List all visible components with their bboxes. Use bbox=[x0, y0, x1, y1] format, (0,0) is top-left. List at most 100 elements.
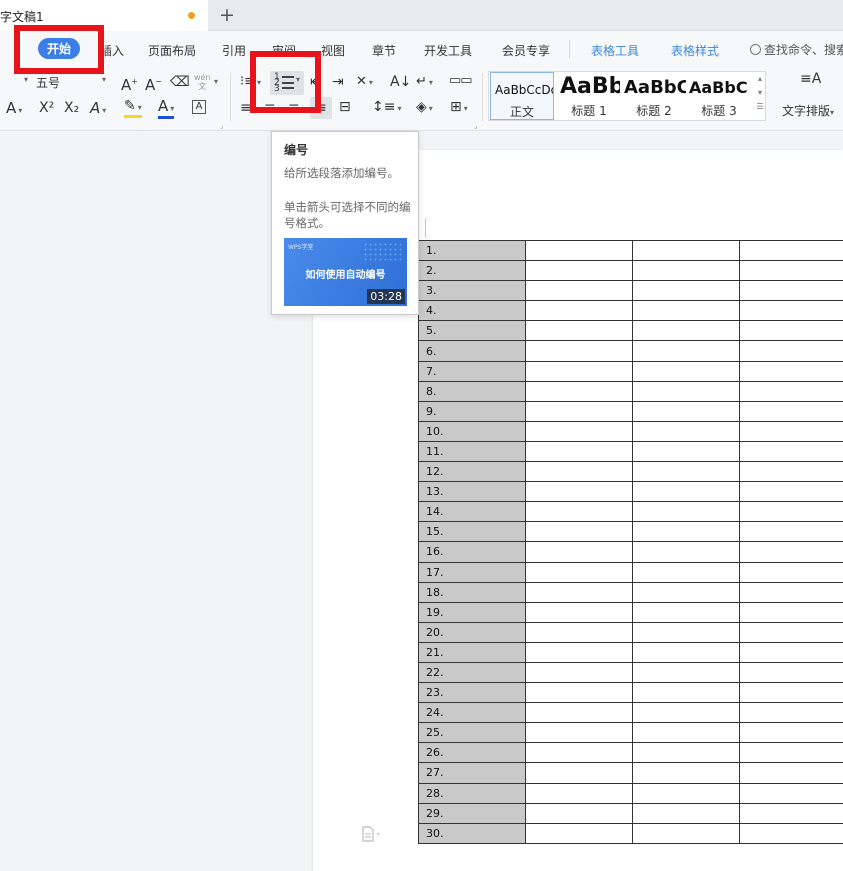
text-effect-icon[interactable]: A bbox=[6, 100, 22, 119]
table-cell[interactable] bbox=[631, 722, 740, 744]
table-cell[interactable] bbox=[631, 340, 740, 362]
row-number-cell[interactable]: 25. bbox=[418, 722, 526, 744]
line-spacing-icon[interactable]: ↕≡ bbox=[372, 99, 401, 117]
table-cell[interactable] bbox=[738, 501, 843, 523]
table-cell[interactable] bbox=[524, 360, 633, 382]
font-color-icon[interactable]: A bbox=[158, 99, 175, 119]
table-cell[interactable] bbox=[631, 440, 740, 463]
table-cell[interactable] bbox=[524, 742, 633, 764]
table-cell[interactable] bbox=[738, 641, 843, 663]
table-cell[interactable] bbox=[738, 561, 843, 583]
table-cell[interactable] bbox=[738, 782, 843, 804]
table-cell[interactable] bbox=[631, 521, 740, 543]
table-cell[interactable] bbox=[631, 601, 740, 623]
row-number-cell[interactable]: 2. bbox=[418, 260, 526, 282]
table-cell[interactable] bbox=[524, 501, 633, 523]
table-cell[interactable] bbox=[631, 641, 740, 663]
table-cell[interactable] bbox=[631, 320, 740, 342]
table-cell[interactable] bbox=[738, 239, 843, 262]
table-cell[interactable] bbox=[524, 822, 633, 844]
table-cell[interactable] bbox=[524, 260, 633, 282]
increase-indent-icon[interactable]: ⇥ bbox=[332, 74, 344, 90]
table-cell[interactable] bbox=[631, 742, 740, 764]
subscript-icon[interactable]: X₂ bbox=[64, 100, 79, 116]
text-outline-icon[interactable]: A bbox=[90, 100, 106, 119]
highlight-color-icon[interactable]: ✎ bbox=[124, 99, 142, 118]
table-cell[interactable] bbox=[738, 400, 843, 422]
table-cell[interactable] bbox=[524, 461, 633, 483]
table-cell[interactable] bbox=[524, 702, 633, 724]
row-number-cell[interactable]: 21. bbox=[418, 641, 526, 663]
table-cell[interactable] bbox=[524, 380, 633, 402]
shading-icon[interactable]: ◈ bbox=[416, 99, 433, 117]
table-cell[interactable] bbox=[738, 682, 843, 704]
row-number-cell[interactable]: 19. bbox=[418, 601, 526, 623]
text-layout-icon[interactable]: ≡A bbox=[796, 71, 824, 93]
table-cell[interactable] bbox=[738, 380, 843, 402]
row-number-cell[interactable]: 23. bbox=[418, 682, 526, 704]
table-cell[interactable] bbox=[631, 280, 740, 302]
chinese-layout-icon[interactable]: ✕ bbox=[356, 74, 373, 91]
text-grid-icon[interactable]: ▭▭ bbox=[449, 73, 473, 89]
table-cell[interactable] bbox=[524, 320, 633, 342]
menu-table-style[interactable]: 表格样式 bbox=[671, 42, 719, 59]
table-cell[interactable] bbox=[524, 420, 633, 442]
table-cell[interactable] bbox=[631, 661, 740, 684]
table-cell[interactable] bbox=[631, 782, 740, 804]
row-number-cell[interactable]: 6. bbox=[418, 340, 526, 362]
table-cell[interactable] bbox=[738, 541, 843, 563]
menu-developer-tools[interactable]: 开发工具 bbox=[424, 42, 472, 59]
table-cell[interactable] bbox=[738, 420, 843, 442]
table-cell[interactable] bbox=[631, 802, 740, 824]
table-cell[interactable] bbox=[738, 702, 843, 724]
row-number-cell[interactable]: 22. bbox=[418, 661, 526, 684]
gallery-down-icon[interactable]: ▾ bbox=[754, 86, 766, 100]
table-cell[interactable] bbox=[524, 682, 633, 704]
table-cell[interactable] bbox=[738, 481, 843, 503]
sort-icon[interactable]: A↓ bbox=[390, 74, 411, 90]
row-number-cell[interactable]: 20. bbox=[418, 621, 526, 643]
tutorial-video-thumbnail[interactable]: WPS学堂 如何使用自动编号 03:28 bbox=[284, 238, 407, 306]
table-cell[interactable] bbox=[738, 340, 843, 362]
shrink-font-icon[interactable]: A− bbox=[145, 74, 162, 93]
gallery-up-icon[interactable]: ▴ bbox=[754, 72, 766, 86]
table-cell[interactable] bbox=[631, 380, 740, 402]
table-cell[interactable] bbox=[738, 802, 843, 824]
table-cell[interactable] bbox=[631, 300, 740, 322]
table-cell[interactable] bbox=[524, 782, 633, 804]
table-cell[interactable] bbox=[738, 762, 843, 784]
table-cell[interactable] bbox=[738, 440, 843, 463]
table-cell[interactable] bbox=[738, 621, 843, 643]
table-cell[interactable] bbox=[631, 461, 740, 483]
table-cell[interactable] bbox=[738, 360, 843, 382]
table-cell[interactable] bbox=[631, 360, 740, 382]
table-cell[interactable] bbox=[738, 461, 843, 483]
table-cell[interactable] bbox=[524, 300, 633, 322]
table-cell[interactable] bbox=[631, 260, 740, 282]
style-normal[interactable]: AaBbCcDd 正文 bbox=[490, 72, 554, 120]
text-layout-button[interactable]: 文字排版▾ bbox=[782, 102, 834, 119]
phonetic-guide-icon[interactable]: wén 文 bbox=[194, 73, 211, 91]
style-gallery-scroll[interactable]: ▴ ▾ ☰ bbox=[754, 72, 766, 120]
new-tab-button[interactable]: + bbox=[217, 3, 237, 27]
table-cell[interactable] bbox=[524, 722, 633, 744]
row-number-cell[interactable]: 16. bbox=[418, 541, 526, 563]
row-number-cell[interactable]: 3. bbox=[418, 280, 526, 302]
table-cell[interactable] bbox=[631, 822, 740, 844]
style-heading-1[interactable]: AaBb 标题 1 bbox=[557, 72, 621, 120]
table-cell[interactable] bbox=[631, 581, 740, 603]
show-marks-icon[interactable]: ↵ bbox=[416, 74, 433, 91]
row-number-cell[interactable]: 11. bbox=[418, 440, 526, 463]
row-number-cell[interactable]: 1. bbox=[418, 239, 526, 262]
table-cell[interactable] bbox=[524, 561, 633, 583]
borders-icon[interactable]: ⊞ bbox=[450, 99, 468, 117]
row-number-cell[interactable]: 14. bbox=[418, 501, 526, 523]
menu-table-tools[interactable]: 表格工具 bbox=[591, 42, 639, 59]
table-cell[interactable] bbox=[524, 762, 633, 784]
table-cell[interactable] bbox=[631, 541, 740, 563]
row-number-cell[interactable]: 28. bbox=[418, 782, 526, 804]
table-cell[interactable] bbox=[524, 581, 633, 603]
table-cell[interactable] bbox=[738, 320, 843, 342]
row-number-cell[interactable]: 24. bbox=[418, 702, 526, 724]
gallery-more-icon[interactable]: ☰ bbox=[754, 100, 766, 114]
